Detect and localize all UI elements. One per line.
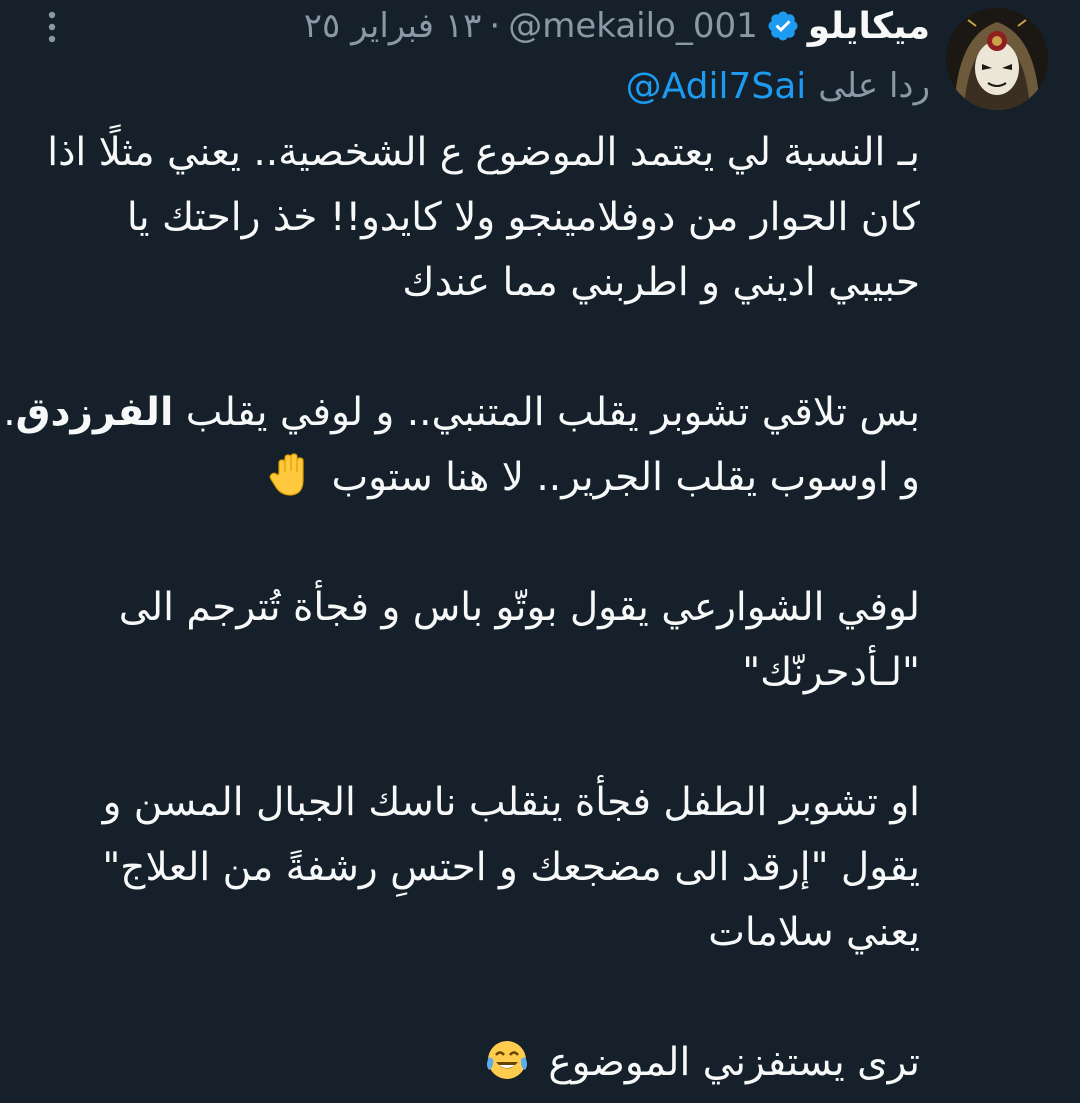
tears-of-joy-icon <box>484 1037 530 1083</box>
display-name[interactable]: ميكايلو <box>808 6 930 47</box>
text-line: يقول "إرقد الى مضجعك و احتسِ رشفةً من ال… <box>102 845 920 890</box>
text-line: كان الحوار من دوفلامينجو ولا كايدو!! خذ … <box>126 195 920 240</box>
reply-handle-link[interactable]: @Adil7Sai <box>626 66 807 107</box>
more-vertical-icon[interactable] <box>46 10 58 44</box>
text-line: و اوسوب يقلب الجرير.. لا هنا ستوب <box>30 445 920 510</box>
reply-label: ردا على <box>818 66 930 106</box>
replying-to: ردا على @Adil7Sai <box>626 58 930 114</box>
text-line: او تشوبر الطفل فجأة ينقلب ناسك الجبال ال… <box>102 780 920 825</box>
text-line: ترى يستفزني الموضوع <box>30 1030 920 1095</box>
header-separator: · <box>489 6 501 46</box>
tweet-header: ميكايلو @mekailo_001 · ١٣ فبراير ٢٥ <box>304 2 930 50</box>
avatar[interactable] <box>946 8 1048 110</box>
text-segment: .. <box>0 390 16 435</box>
text-segment: و اوسوب يقلب الجرير.. لا هنا ستوب <box>331 455 920 500</box>
author-handle[interactable]: @mekailo_001 <box>508 6 758 46</box>
text-line: "لـأدحرنّك" <box>742 650 920 695</box>
masked-character-avatar-icon <box>946 8 1048 110</box>
tweet-date[interactable]: ١٣ فبراير ٢٥ <box>304 6 482 46</box>
text-line: يعني سلامات <box>708 910 920 955</box>
text-segment: ترى يستفزني الموضوع <box>548 1040 920 1085</box>
text-segment: بس تلاقي تشوبر يقلب المتنبي.. و لوفي يقل… <box>185 390 920 435</box>
raised-hand-icon <box>267 452 313 498</box>
verified-badge-icon <box>766 9 800 43</box>
text-line: بس تلاقي تشوبر يقلب المتنبي.. و لوفي يقل… <box>0 380 920 445</box>
text-line: لوفي الشوارعي يقول بوتّو باس و فجأة تُتر… <box>118 585 920 630</box>
bold-text: الفرزدق <box>15 390 174 435</box>
tweet-text: بـ النسبة لي يعتمد الموضوع ع الشخصية.. ي… <box>0 120 920 1095</box>
tweet: ميكايلو @mekailo_001 · ١٣ فبراير ٢٥ ردا … <box>0 0 1080 1085</box>
text-line: بـ النسبة لي يعتمد الموضوع ع الشخصية.. ي… <box>47 130 920 175</box>
text-line: حبيبي اديني و اطربني مما عندك <box>402 260 920 305</box>
